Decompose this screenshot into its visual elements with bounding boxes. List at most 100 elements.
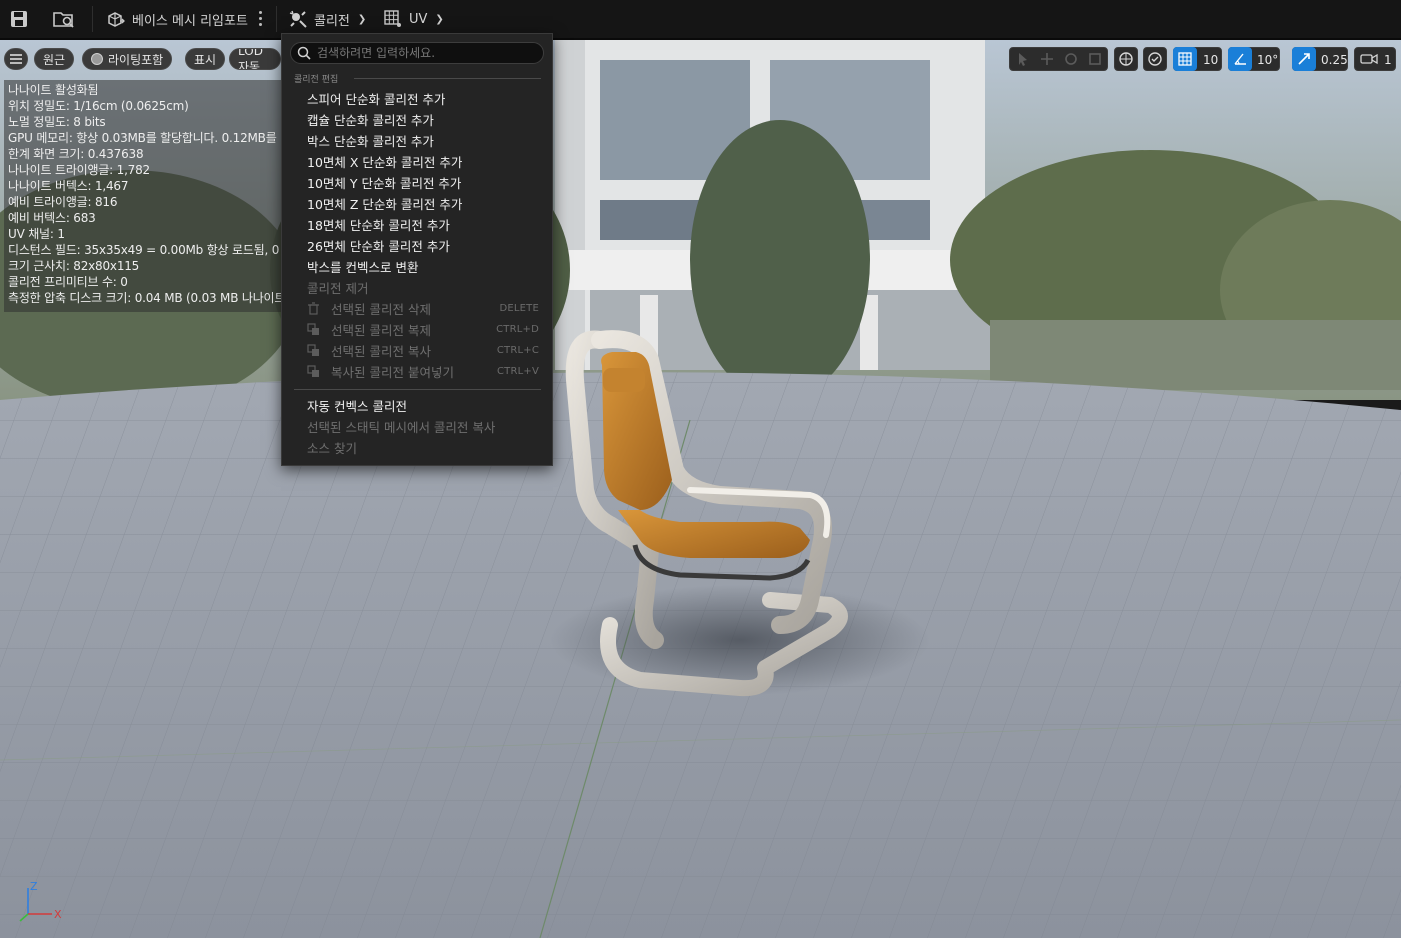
rotation-snap-value: 10° (1257, 53, 1279, 67)
scale-snap-group[interactable]: 0.25 (1292, 47, 1348, 71)
menu-item[interactable]: 10면체 Z 단순화 콜리전 추가 (307, 193, 547, 214)
menu-item[interactable]: 선택된 콜리전 복사 CTRL+C (307, 340, 547, 361)
section-divider (354, 78, 541, 79)
more-options-icon[interactable] (257, 11, 265, 27)
grid-snap-toggle[interactable] (1173, 47, 1197, 71)
menu-item-label: 박스를 컨벡스로 변환 (307, 260, 419, 275)
menu-item-label: 캡슐 단순화 콜리전 추가 (307, 113, 434, 128)
menu-item[interactable]: 복사된 콜리전 붙여넣기 CTRL+V (307, 361, 547, 382)
menu-item-shortcut: CTRL+C (496, 345, 539, 356)
menu-item[interactable]: 10면체 X 단순화 콜리전 추가 (307, 151, 547, 172)
menu-item[interactable]: 스피어 단순화 콜리전 추가 (307, 88, 547, 109)
stats-line: 예비 트라이앵글: 816 (8, 195, 118, 209)
stats-line: 나나이트 트라이앵글: 1,782 (8, 163, 150, 177)
menu-item-label: 선택된 콜리전 삭제 (331, 302, 431, 317)
scale-snap-toggle[interactable] (1292, 47, 1316, 71)
menu-item-label: 소스 찾기 (307, 441, 357, 456)
menu-item[interactable]: 선택된 콜리전 삭제 DELETE (307, 298, 547, 319)
surface-snap-toggle[interactable] (1143, 47, 1167, 71)
rotate-icon[interactable] (1064, 52, 1078, 66)
menu-item-label: 18면체 단순화 콜리전 추가 (307, 218, 450, 233)
menu-item[interactable]: 콜리전 제거 (307, 277, 547, 298)
show-label: 표시 (194, 52, 217, 67)
reimport-base-mesh-button[interactable]: 베이스 메시 리임포트 (106, 0, 248, 38)
axis-x-label: X (54, 908, 62, 921)
collision-icon (289, 10, 307, 28)
menu-item-shortcut: DELETE (499, 303, 539, 314)
menu-item-label: 자동 컨벡스 콜리전 (307, 399, 407, 414)
rotation-snap-group[interactable]: 10° (1228, 47, 1280, 71)
grid-snap-value: 10 (1203, 53, 1219, 67)
menu-item-label: 박스 단순화 콜리전 추가 (307, 134, 434, 149)
perspective-button[interactable]: 원근 (34, 48, 75, 70)
menu-item[interactable]: 자동 컨벡스 콜리전 (307, 395, 547, 416)
rotation-snap-toggle[interactable] (1228, 47, 1252, 71)
chevron-down-icon: ❯ (357, 13, 367, 25)
show-button[interactable]: 표시 (185, 48, 226, 70)
camera-icon (1360, 53, 1378, 65)
menu-item[interactable]: 선택된 스태틱 메시에서 콜리전 복사 (307, 416, 547, 437)
menu-item[interactable]: 박스를 컨벡스로 변환 (307, 256, 547, 277)
stats-line: 위치 정밀도: 1/16cm (0.0625cm) (8, 99, 189, 113)
menu-item[interactable]: 26면체 단순화 콜리전 추가 (307, 235, 547, 256)
select-icon[interactable] (1016, 52, 1030, 66)
toolbar-divider (92, 6, 93, 32)
uv-label: UV (409, 11, 428, 27)
stats-line: 디스턴스 필드: 35x35x49 = 0.00Mb 항상 로드됨, 0 (8, 243, 280, 257)
menu-item-label: 복사된 콜리전 붙여넣기 (331, 365, 454, 380)
menu-item-label: 콜리전 제거 (307, 281, 369, 296)
folder-search-icon (53, 12, 74, 28)
menu-item[interactable]: 18면체 단순화 콜리전 추가 (307, 214, 547, 235)
menu-item-label: 10면체 X 단순화 콜리전 추가 (307, 155, 463, 170)
camera-speed-button[interactable]: 1 (1354, 47, 1396, 71)
menu-search-input[interactable] (317, 44, 537, 62)
browse-asset-button[interactable] (52, 0, 76, 38)
lod-button[interactable]: LOD 자동 (229, 48, 281, 70)
viewport[interactable]: 원근 라이팅포함 표시 LOD 자동 나나이트 활성화됨 위치 정밀도: 1/16… (0, 40, 1401, 938)
menu-item-label: 10면체 Z 단순화 콜리전 추가 (307, 197, 463, 212)
scale-arrow-icon (1298, 53, 1310, 65)
menu-item[interactable]: 박스 단순화 콜리전 추가 (307, 130, 547, 151)
chevron-down-icon: ❯ (435, 13, 444, 25)
menu-item-label: 10면체 Y 단순화 콜리전 추가 (307, 176, 462, 191)
lit-sphere-icon (91, 53, 103, 65)
angle-icon (1234, 53, 1246, 65)
collision-label: 콜리전 (314, 13, 350, 29)
hamburger-icon (10, 54, 22, 64)
lighting-mode-button[interactable]: 라이팅포함 (82, 48, 173, 70)
menu-item-label: 26면체 단순화 콜리전 추가 (307, 239, 450, 254)
menu-item[interactable]: 선택된 콜리전 복제 CTRL+D (307, 319, 547, 340)
stats-line: GPU 메모리: 항상 0.03MB를 할당합니다. 0.12MB를 (8, 131, 277, 145)
surface-snap-icon (1148, 52, 1162, 66)
search-icon (297, 46, 311, 60)
menu-item-shortcut: CTRL+V (496, 366, 539, 377)
stats-line: 크기 근사치: 82x80x115 (8, 259, 140, 273)
stats-line: UV 채널: 1 (8, 227, 65, 241)
viewport-options-button[interactable] (4, 48, 28, 70)
perspective-label: 원근 (43, 52, 66, 67)
menu-item-label: 선택된 스태틱 메시에서 콜리전 복사 (307, 420, 496, 435)
world-local-toggle[interactable] (1114, 47, 1138, 71)
scale-snap-value: 0.25 (1321, 53, 1348, 67)
menu-item-label: 선택된 콜리전 복사 (331, 344, 431, 359)
reimport-label: 베이스 메시 리임포트 (132, 13, 248, 29)
menu-divider (294, 389, 541, 390)
translate-icon[interactable] (1040, 52, 1054, 66)
menu-item[interactable]: 10면체 Y 단순화 콜리전 추가 (307, 172, 547, 193)
menu-search-box[interactable] (290, 42, 544, 64)
grid-snap-icon (1178, 52, 1192, 66)
menu-item[interactable]: 캡슐 단순화 콜리전 추가 (307, 109, 547, 130)
menu-item-label: 스피어 단순화 콜리전 추가 (307, 92, 446, 107)
save-icon (11, 11, 27, 27)
collision-dropdown-menu: 콜리전 편집 스피어 단순화 콜리전 추가캡슐 단순화 콜리전 추가박스 단순화… (281, 33, 553, 466)
scale-icon[interactable] (1088, 52, 1102, 66)
stats-line: 측정한 압축 디스크 크기: 0.04 MB (0.03 MB 나나이트 (8, 291, 286, 305)
axis-z-label: Z (30, 880, 38, 893)
duplicate-icon (307, 323, 319, 335)
grid-snap-group[interactable]: 10 (1173, 47, 1222, 71)
save-button[interactable] (9, 0, 29, 38)
menu-item[interactable]: 소스 찾기 (307, 437, 547, 458)
stats-line: 한계 화면 크기: 0.437638 (8, 147, 144, 161)
copy-icon (307, 344, 319, 356)
axis-gizmo: Z X (19, 880, 62, 922)
